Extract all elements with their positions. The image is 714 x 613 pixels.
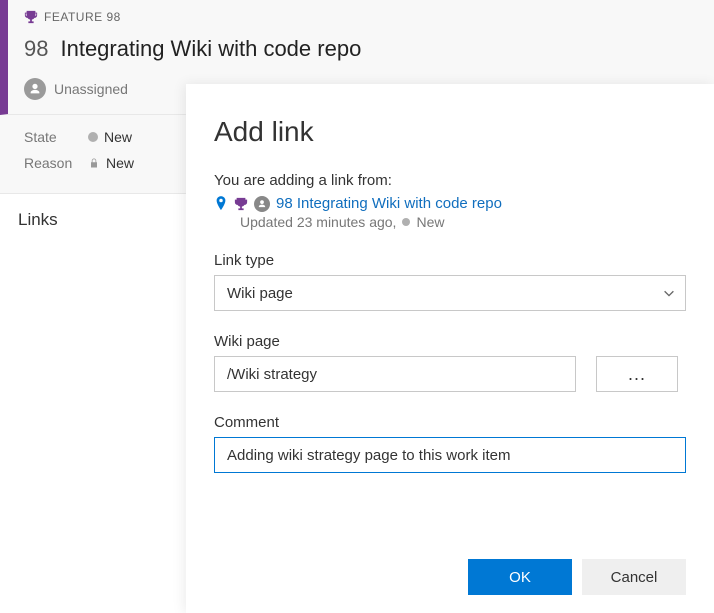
- cancel-button[interactable]: Cancel: [582, 559, 686, 595]
- source-state: New: [416, 214, 444, 230]
- work-item-title[interactable]: Integrating Wiki with code repo: [60, 36, 361, 62]
- link-type-label: Link type: [214, 252, 686, 269]
- feature-tag: FEATURE 98: [24, 10, 698, 24]
- dialog-title: Add link: [214, 116, 686, 148]
- comment-input[interactable]: [214, 437, 686, 473]
- reason-value: New: [106, 155, 134, 171]
- source-item-link[interactable]: 98 Integrating Wiki with code repo: [276, 195, 502, 212]
- browse-button[interactable]: ...: [596, 356, 678, 392]
- feature-tag-text: FEATURE 98: [44, 10, 121, 24]
- reason-label: Reason: [24, 155, 74, 171]
- ok-button[interactable]: OK: [468, 559, 572, 595]
- add-link-dialog: Add link You are adding a link from: 98 …: [186, 84, 714, 613]
- adding-from-label: You are adding a link from:: [214, 172, 686, 189]
- user-icon: [24, 78, 46, 100]
- updated-text: Updated 23 minutes ago,: [240, 214, 396, 230]
- wiki-page-label: Wiki page: [214, 333, 686, 350]
- source-item-ref: 98 Integrating Wiki with code repo: [214, 195, 686, 212]
- user-icon: [254, 196, 270, 212]
- comment-label: Comment: [214, 414, 686, 431]
- state-dot-icon: [402, 218, 410, 226]
- trophy-icon: [24, 10, 38, 24]
- trophy-icon: [234, 197, 248, 211]
- dialog-buttons: OK Cancel: [214, 529, 686, 595]
- wiki-page-input[interactable]: [214, 356, 576, 392]
- work-item-id: 98: [24, 36, 48, 62]
- state-label: State: [24, 129, 74, 145]
- state-dot-icon: [88, 132, 98, 142]
- lock-icon: [88, 157, 100, 169]
- pin-icon: [214, 196, 228, 212]
- title-row: 98 Integrating Wiki with code repo: [24, 36, 698, 62]
- source-item-meta: Updated 23 minutes ago, New: [240, 214, 686, 230]
- state-value: New: [104, 129, 132, 145]
- assignee-label: Unassigned: [54, 81, 128, 97]
- link-type-select[interactable]: Wiki page: [214, 275, 686, 311]
